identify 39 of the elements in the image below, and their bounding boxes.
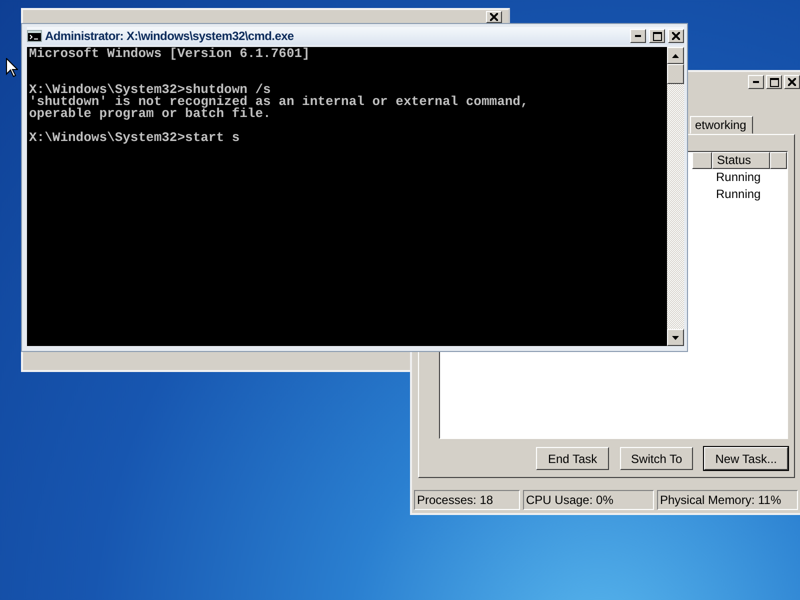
minimize-icon	[635, 35, 641, 37]
minimize-button[interactable]	[630, 29, 646, 43]
console-line: Microsoft Windows [Version 6.1.7601]	[29, 46, 310, 61]
scrollbar-thumb[interactable]	[667, 64, 684, 84]
close-button[interactable]	[668, 29, 684, 43]
dialog-button[interactable]: New Task...	[704, 447, 788, 470]
tab[interactable]: etworking	[690, 116, 754, 134]
column-header[interactable]	[692, 152, 712, 169]
console-icon	[27, 30, 42, 42]
close-icon	[490, 13, 498, 21]
maximize-button[interactable]	[649, 29, 665, 43]
status-cell: Running	[716, 170, 761, 184]
close-button[interactable]	[486, 11, 502, 23]
maximize-button[interactable]	[766, 75, 782, 89]
status-bar-panel: Processes: 18	[414, 490, 520, 510]
close-icon	[788, 78, 796, 86]
scroll-down-button[interactable]	[667, 329, 684, 346]
maximize-icon	[652, 32, 662, 40]
dialog-button[interactable]: Switch To	[620, 447, 694, 470]
down-arrow-icon	[672, 336, 679, 340]
vertical-scrollbar[interactable]	[667, 47, 684, 346]
status-bar-panel: CPU Usage: 0%	[523, 490, 654, 510]
console-line: operable program or batch file.	[29, 106, 271, 121]
mouse-cursor-icon	[6, 58, 18, 77]
console-line: 'shutdown' is not recognized as an internal or external command,	[29, 94, 528, 109]
status-bar-panel: Physical Memory: 11%	[657, 490, 798, 510]
minimize-button[interactable]	[748, 75, 764, 89]
console-line: X:\Windows\System32>start s	[29, 130, 240, 145]
window-title: Administrator: X:\windows\system32\cmd.exe	[45, 29, 294, 43]
status-cell: Running	[716, 187, 761, 201]
scroll-up-button[interactable]	[667, 47, 684, 64]
close-button[interactable]	[784, 75, 800, 89]
column-header[interactable]: Status	[712, 152, 770, 169]
console-line: X:\Windows\System32>shutdown /s	[29, 82, 271, 97]
dialog-button[interactable]: End Task	[536, 447, 610, 470]
up-arrow-icon	[672, 54, 679, 58]
minimize-icon	[753, 81, 759, 83]
close-icon	[672, 32, 680, 40]
maximize-icon	[770, 78, 778, 86]
